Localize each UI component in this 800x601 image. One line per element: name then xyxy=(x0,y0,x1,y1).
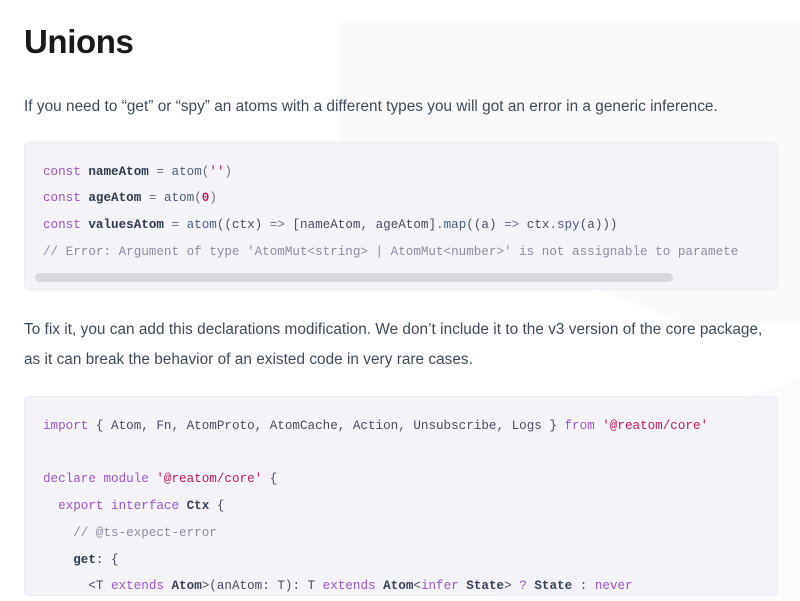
code-token: { xyxy=(209,498,225,513)
code-token: { xyxy=(262,472,278,487)
code-token: ((a) xyxy=(466,218,505,233)
code-token: infer xyxy=(420,579,459,594)
code-content-1[interactable]: const nameAtom = atom('') const ageAtom =… xyxy=(25,143,777,266)
code-token: from xyxy=(564,418,595,433)
code-token: Ctx xyxy=(186,498,210,513)
code-token: => xyxy=(269,218,285,233)
code-line: import { Atom, Fn, AtomProto, AtomCache,… xyxy=(25,413,777,440)
page-title: Unions xyxy=(24,23,134,60)
intro-paragraph: If you need to “get” or “spy” an atoms w… xyxy=(24,97,718,115)
code-token: ) xyxy=(224,164,232,179)
code-token: '@reatom/core' xyxy=(156,472,263,487)
code-token: get xyxy=(73,552,96,567)
code-token: atom xyxy=(171,164,202,179)
code-token: ctx xyxy=(519,218,550,233)
code-token: : { xyxy=(95,552,119,567)
code-token: extends xyxy=(322,579,376,594)
code-token: const xyxy=(43,218,81,233)
code-token: > xyxy=(504,579,520,594)
code-token: // @ts-expect-error xyxy=(73,525,217,540)
code-token: map xyxy=(443,218,467,233)
code-line: declare module '@reatom/core' { xyxy=(25,466,777,493)
code-token: : xyxy=(572,579,595,594)
code-line: get: { xyxy=(25,547,777,574)
code-token: Atom xyxy=(383,579,414,594)
code-token: = xyxy=(163,218,187,233)
code-token: State xyxy=(534,579,573,594)
code-token: . xyxy=(549,218,558,233)
code-line: // @ts-expect-error xyxy=(25,520,777,547)
code-token: ( xyxy=(194,191,202,206)
fix-paragraph: To fix it, you can add this declarations… xyxy=(24,320,763,368)
code-block-error-example: const nameAtom = atom('') const ageAtom =… xyxy=(24,141,778,290)
code-token: => xyxy=(504,218,520,233)
code-token: declare module xyxy=(43,472,149,487)
code-token: = xyxy=(141,191,164,206)
code-block-declarations: import { Atom, Fn, AtomProto, AtomCache,… xyxy=(24,395,778,596)
code-token: atom xyxy=(163,191,195,206)
document-body: Unions If you need to “get” or “spy” an … xyxy=(0,22,800,596)
code-token: '' xyxy=(209,164,225,179)
code-token: . xyxy=(436,218,444,233)
code-line: const nameAtom = atom('') xyxy=(25,159,777,186)
code-token: export interface xyxy=(58,498,180,513)
code-token: nameAtom xyxy=(88,164,149,179)
code-line: <T extends Atom>(anAtom: T): T extends A… xyxy=(25,573,777,594)
code-token: >(anAtom: T): T xyxy=(201,579,323,594)
code-token: State xyxy=(466,579,505,594)
code-token: const xyxy=(43,191,81,206)
code-line: export interface Ctx { xyxy=(25,493,777,520)
code-token: const xyxy=(43,164,81,179)
code-token: import xyxy=(43,418,89,433)
code-token: ? xyxy=(519,579,527,594)
code-token: [nameAtom, ageAtom] xyxy=(284,218,437,233)
code-token: = xyxy=(148,164,172,179)
code-token: ((ctx) xyxy=(216,218,270,233)
code-token: { Atom, Fn, AtomProto, AtomCache, Action… xyxy=(88,418,565,433)
code-token: (a))) xyxy=(579,218,618,233)
code-content-2[interactable]: import { Atom, Fn, AtomProto, AtomCache,… xyxy=(25,397,777,595)
code-token: never xyxy=(594,579,633,594)
code-token: < xyxy=(413,579,421,594)
code-line: // Error: Argument of type 'AtomMut<stri… xyxy=(25,239,777,266)
code-token: valuesAtom xyxy=(88,218,164,233)
code-token: // Error: Argument of type 'AtomMut<stri… xyxy=(43,244,739,259)
code-token: '@reatom/core' xyxy=(602,418,709,433)
code-token: ageAtom xyxy=(88,191,142,206)
code-token: <T xyxy=(88,579,112,594)
code-token: Atom xyxy=(171,579,202,594)
code-token: spy xyxy=(557,218,580,233)
code-line: const ageAtom = atom(0) xyxy=(25,185,777,212)
code-token: ) xyxy=(209,191,217,206)
code-token: extends xyxy=(111,579,164,594)
code-horizontal-scrollbar[interactable] xyxy=(25,266,777,289)
scrollbar-thumb[interactable] xyxy=(35,272,673,282)
code-token: atom xyxy=(186,218,217,233)
code-line: const valuesAtom = atom((ctx) => [nameAt… xyxy=(25,212,777,239)
